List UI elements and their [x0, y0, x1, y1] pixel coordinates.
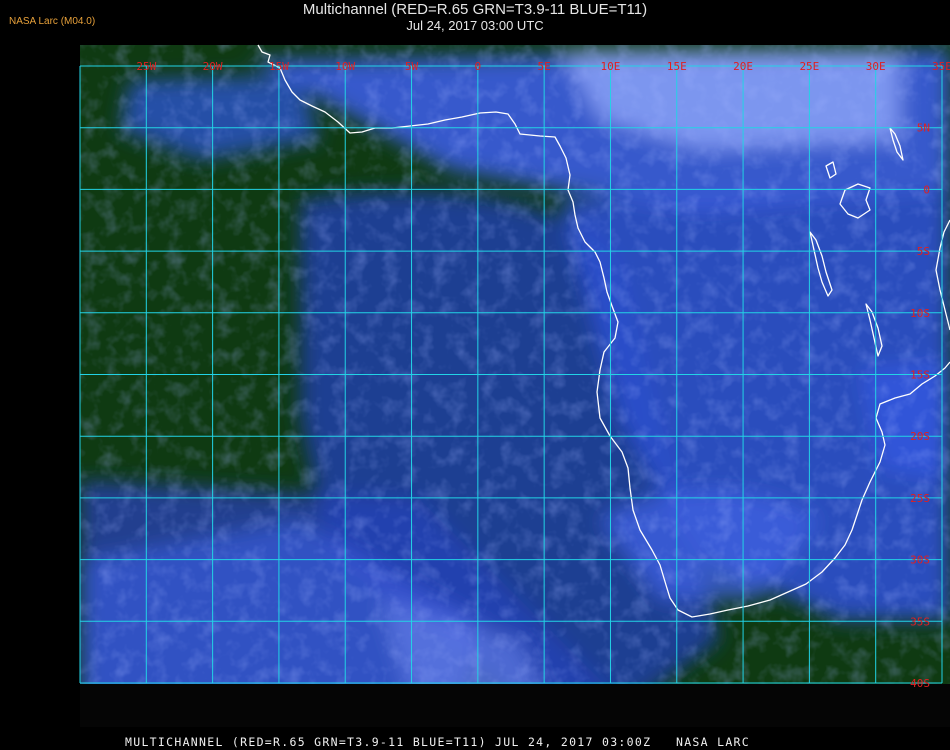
- no-data-strip: [80, 684, 950, 727]
- latitude-label: 5N: [917, 122, 930, 135]
- longitude-label: 25W: [136, 60, 156, 73]
- longitude-label: 35E: [932, 60, 950, 73]
- latitude-label: 25S: [910, 492, 930, 505]
- longitude-label: 10E: [601, 60, 621, 73]
- longitude-label: 15E: [667, 60, 687, 73]
- longitude-label: 10W: [335, 60, 355, 73]
- latitude-label: 15S: [910, 369, 930, 382]
- longitude-label: 5E: [538, 60, 551, 73]
- longitude-label: 15W: [269, 60, 289, 73]
- longitude-label: 20E: [733, 60, 753, 73]
- footer-caption: MULTICHANNEL (RED=R.65 GRN=T3.9-11 BLUE=…: [125, 735, 750, 749]
- latitude-label: 10S: [910, 307, 930, 320]
- latitude-label: 40S: [910, 677, 930, 690]
- latitude-label: 20S: [910, 430, 930, 443]
- cloud-texture: [80, 45, 950, 727]
- longitude-label: 5W: [405, 60, 419, 73]
- longitude-label: 30E: [866, 60, 886, 73]
- longitude-label: 0: [475, 60, 482, 73]
- longitude-label: 20W: [203, 60, 223, 73]
- longitude-label: 25E: [799, 60, 819, 73]
- latitude-label: 5S: [917, 245, 930, 258]
- latitude-label: 35S: [910, 615, 930, 628]
- satellite-imagery: [80, 45, 950, 727]
- latitude-label: 0: [923, 183, 930, 196]
- latitude-label: 30S: [910, 554, 930, 567]
- satellite-map[interactable]: 25W 20W 15W 10W 5W 0 5E 10E 15E 20E 25E 30E 35E 5N 0 5…: [0, 0, 950, 750]
